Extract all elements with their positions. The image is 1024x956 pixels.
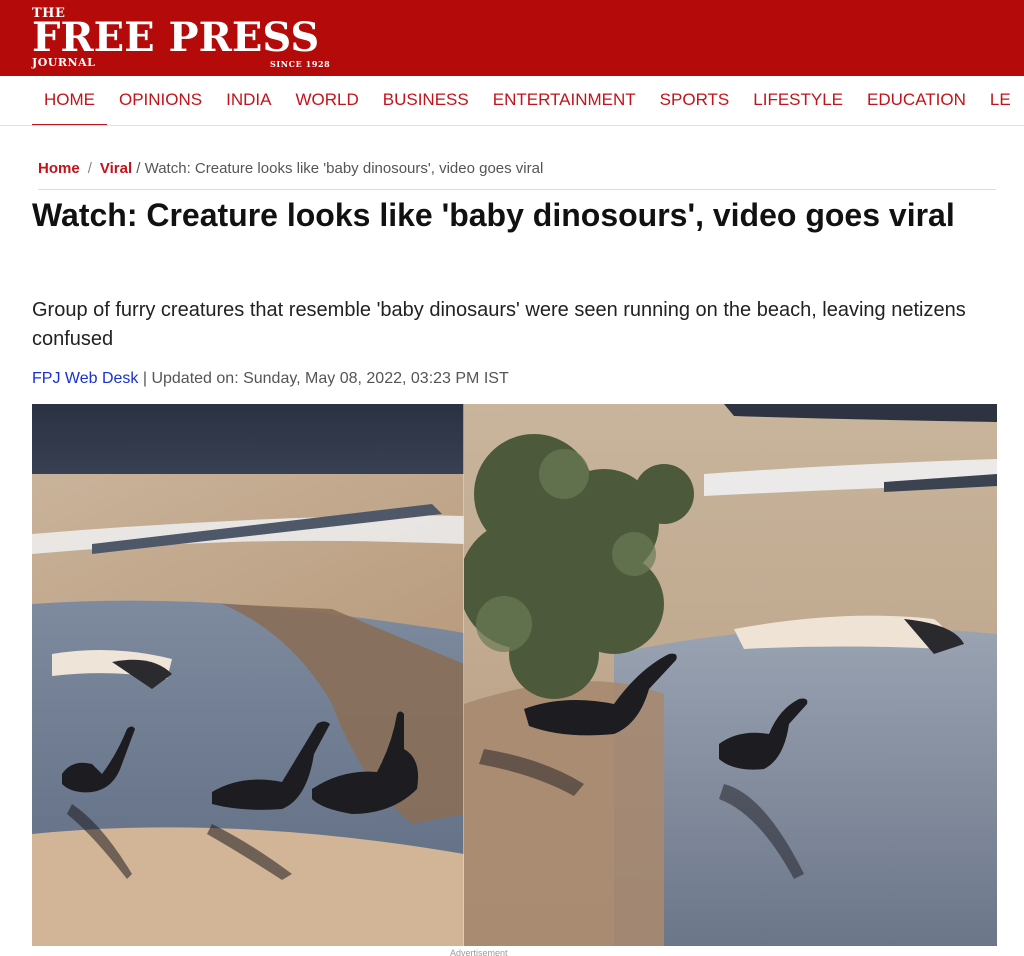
logo-since: SINCE 1928: [270, 59, 331, 69]
site-logo[interactable]: THE FREE PRESS JOURNAL SINCE 1928: [32, 4, 342, 72]
nav-item-business[interactable]: BUSINESS: [371, 76, 481, 125]
beach-creatures-with-bush-photo: [464, 404, 997, 946]
advertisement-label: Advertisement: [450, 948, 508, 956]
breadcrumb: Home / Viral / Watch: Creature looks like …: [38, 160, 996, 190]
nav-item-legal[interactable]: LE: [978, 76, 1023, 125]
hero-image-left: [32, 404, 464, 946]
logo-wordmark: FREE PRESS: [32, 14, 320, 61]
nav-item-home[interactable]: HOME: [32, 76, 107, 125]
beach-creatures-photo: [32, 404, 464, 946]
breadcrumb-viral[interactable]: Viral: [100, 160, 132, 177]
nav-item-lifestyle[interactable]: LIFESTYLE: [741, 76, 855, 125]
nav-item-india[interactable]: INDIA: [214, 76, 283, 125]
logo-journal: JOURNAL: [32, 56, 96, 69]
article-headline: Watch: Creature looks like 'baby dinosou…: [32, 197, 955, 233]
updated-date: | Updated on: Sunday, May 08, 2022, 03:2…: [138, 370, 509, 387]
nav-item-world[interactable]: WORLD: [283, 76, 370, 125]
main-nav: HOME OPINIONS INDIA WORLD BUSINESS ENTER…: [0, 76, 1024, 126]
nav-item-education[interactable]: EDUCATION: [855, 76, 978, 125]
author-link[interactable]: FPJ Web Desk: [32, 370, 138, 387]
breadcrumb-current: / Watch: Creature looks like 'baby dinos…: [136, 160, 544, 177]
nav-item-sports[interactable]: SPORTS: [648, 76, 742, 125]
byline: FPJ Web Desk | Updated on: Sunday, May 0…: [32, 370, 509, 388]
hero-image[interactable]: [32, 404, 997, 946]
breadcrumb-separator: /: [87, 160, 92, 177]
breadcrumb-home[interactable]: Home: [38, 160, 80, 177]
article-subhead: Group of furry creatures that resemble '…: [32, 299, 966, 350]
nav-item-entertainment[interactable]: ENTERTAINMENT: [481, 76, 648, 125]
hero-image-right: [464, 404, 997, 946]
masthead: THE FREE PRESS JOURNAL SINCE 1928: [0, 0, 1024, 76]
nav-item-opinions[interactable]: OPINIONS: [107, 76, 214, 125]
